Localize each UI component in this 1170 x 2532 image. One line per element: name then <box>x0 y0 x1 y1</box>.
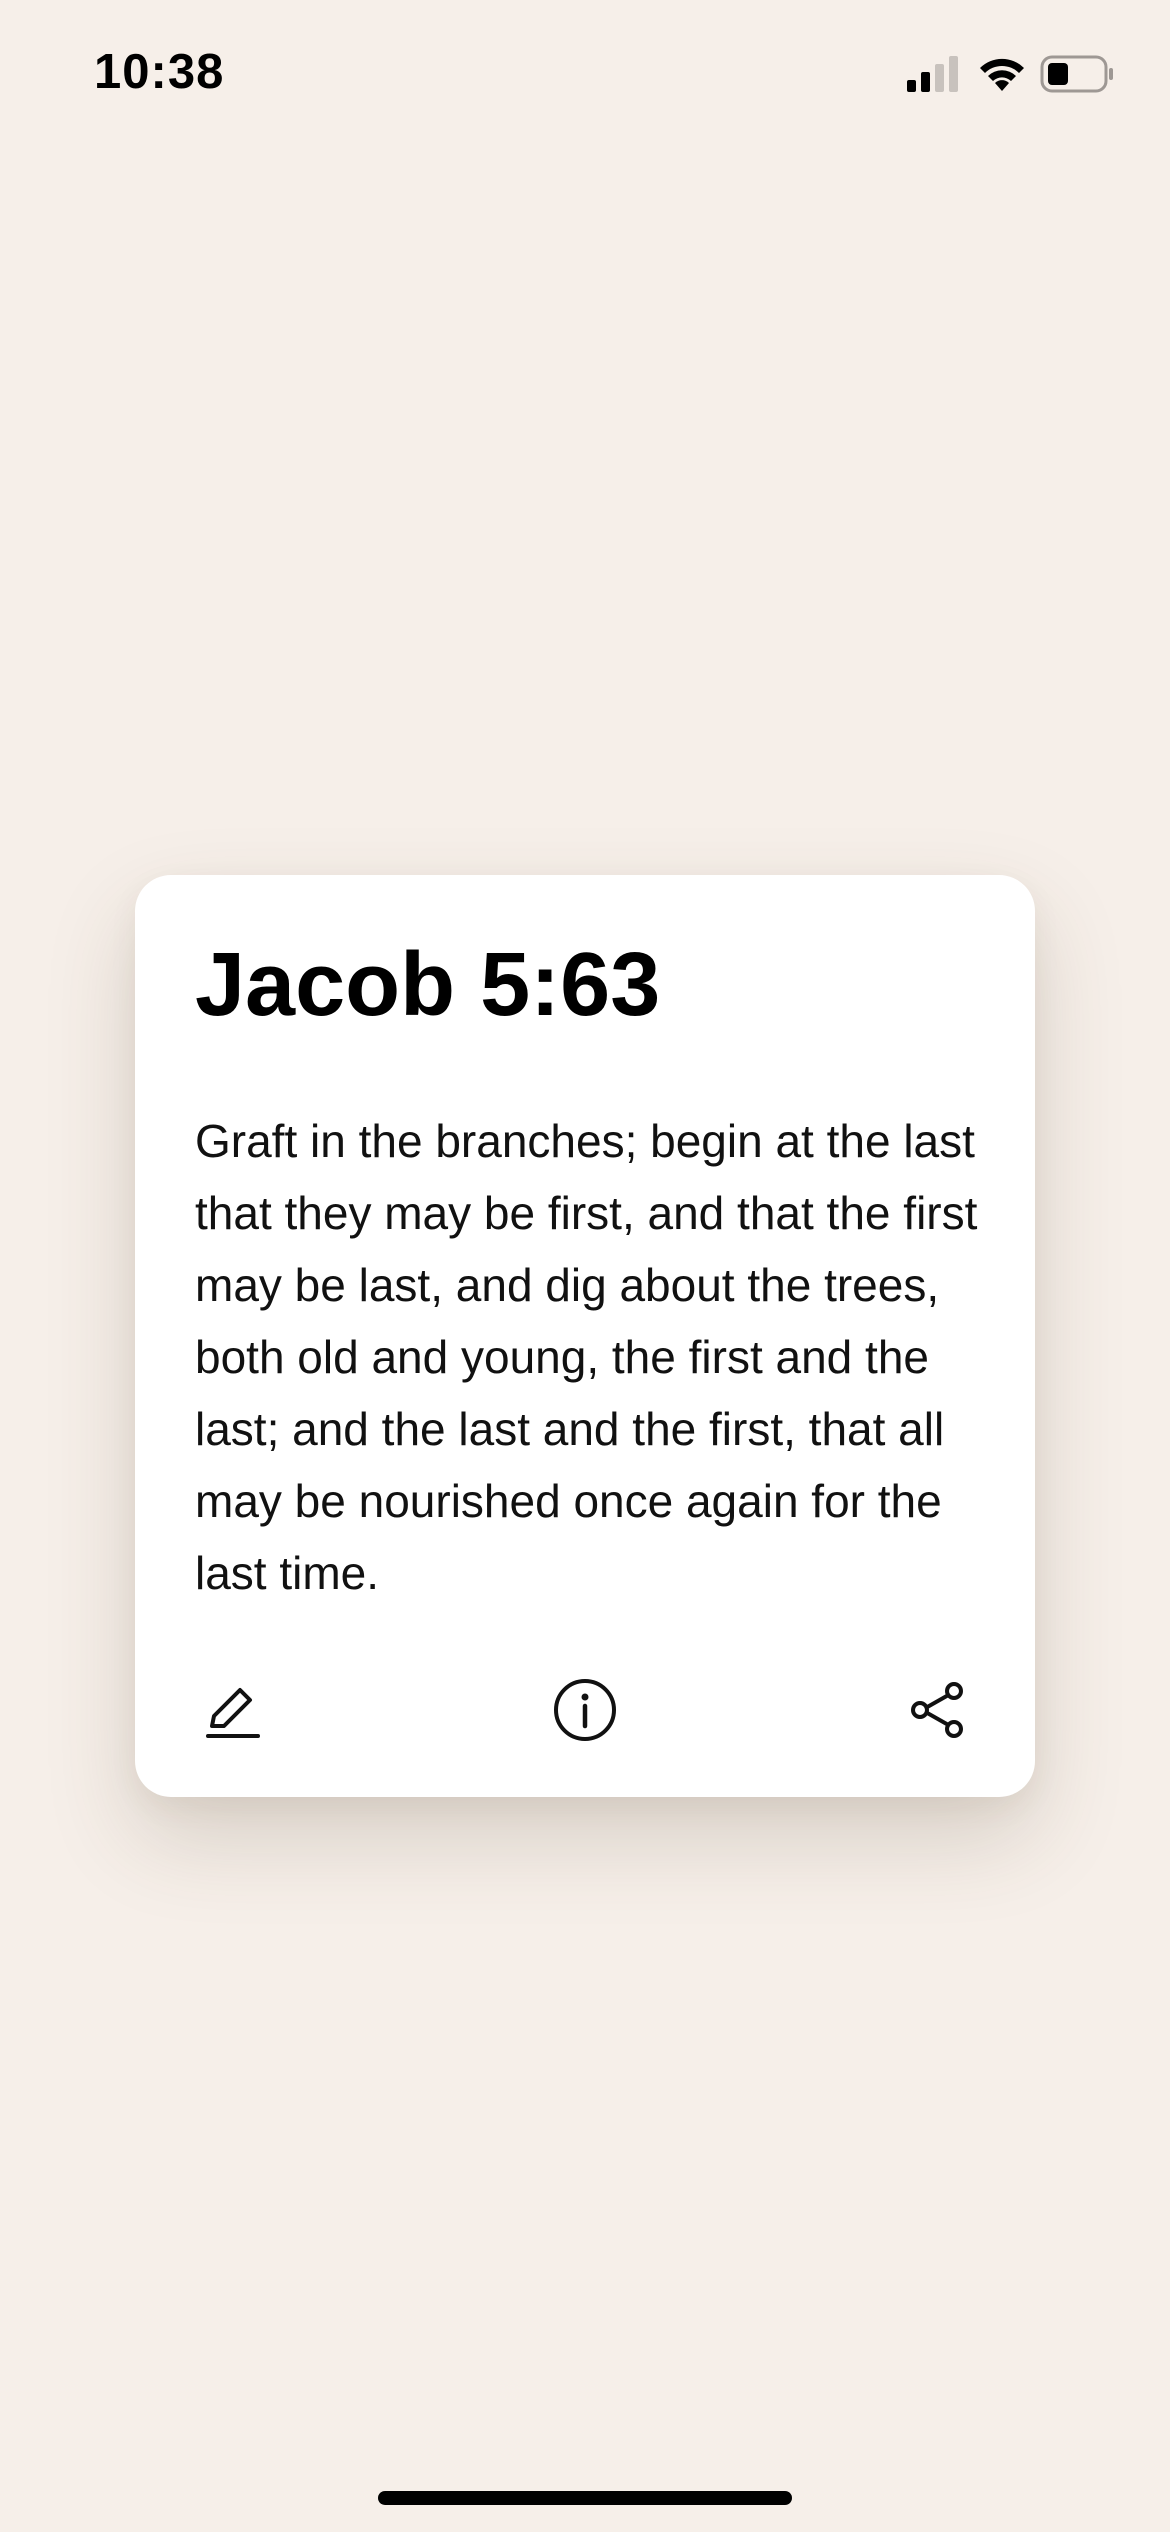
info-icon <box>554 1679 616 1741</box>
card-actions <box>135 1665 1035 1755</box>
share-button[interactable] <box>893 1665 983 1755</box>
verse-reference: Jacob 5:63 <box>195 935 661 1035</box>
info-button[interactable] <box>540 1665 630 1755</box>
home-indicator[interactable] <box>378 2491 792 2505</box>
share-icon <box>911 1682 963 1738</box>
verse-card: Jacob 5:63 Graft in the branches; begin … <box>135 875 1035 1797</box>
status-bar: 10:38 <box>0 0 1170 150</box>
verse-text: Graft in the branches; begin at the last… <box>195 1115 978 1599</box>
battery-icon <box>1040 55 1113 93</box>
edit-button[interactable] <box>187 1665 277 1755</box>
cellular-signal-icon <box>907 56 958 92</box>
status-time: 10:38 <box>94 45 225 99</box>
pencil-icon <box>206 1688 260 1738</box>
wifi-icon <box>980 58 1024 91</box>
